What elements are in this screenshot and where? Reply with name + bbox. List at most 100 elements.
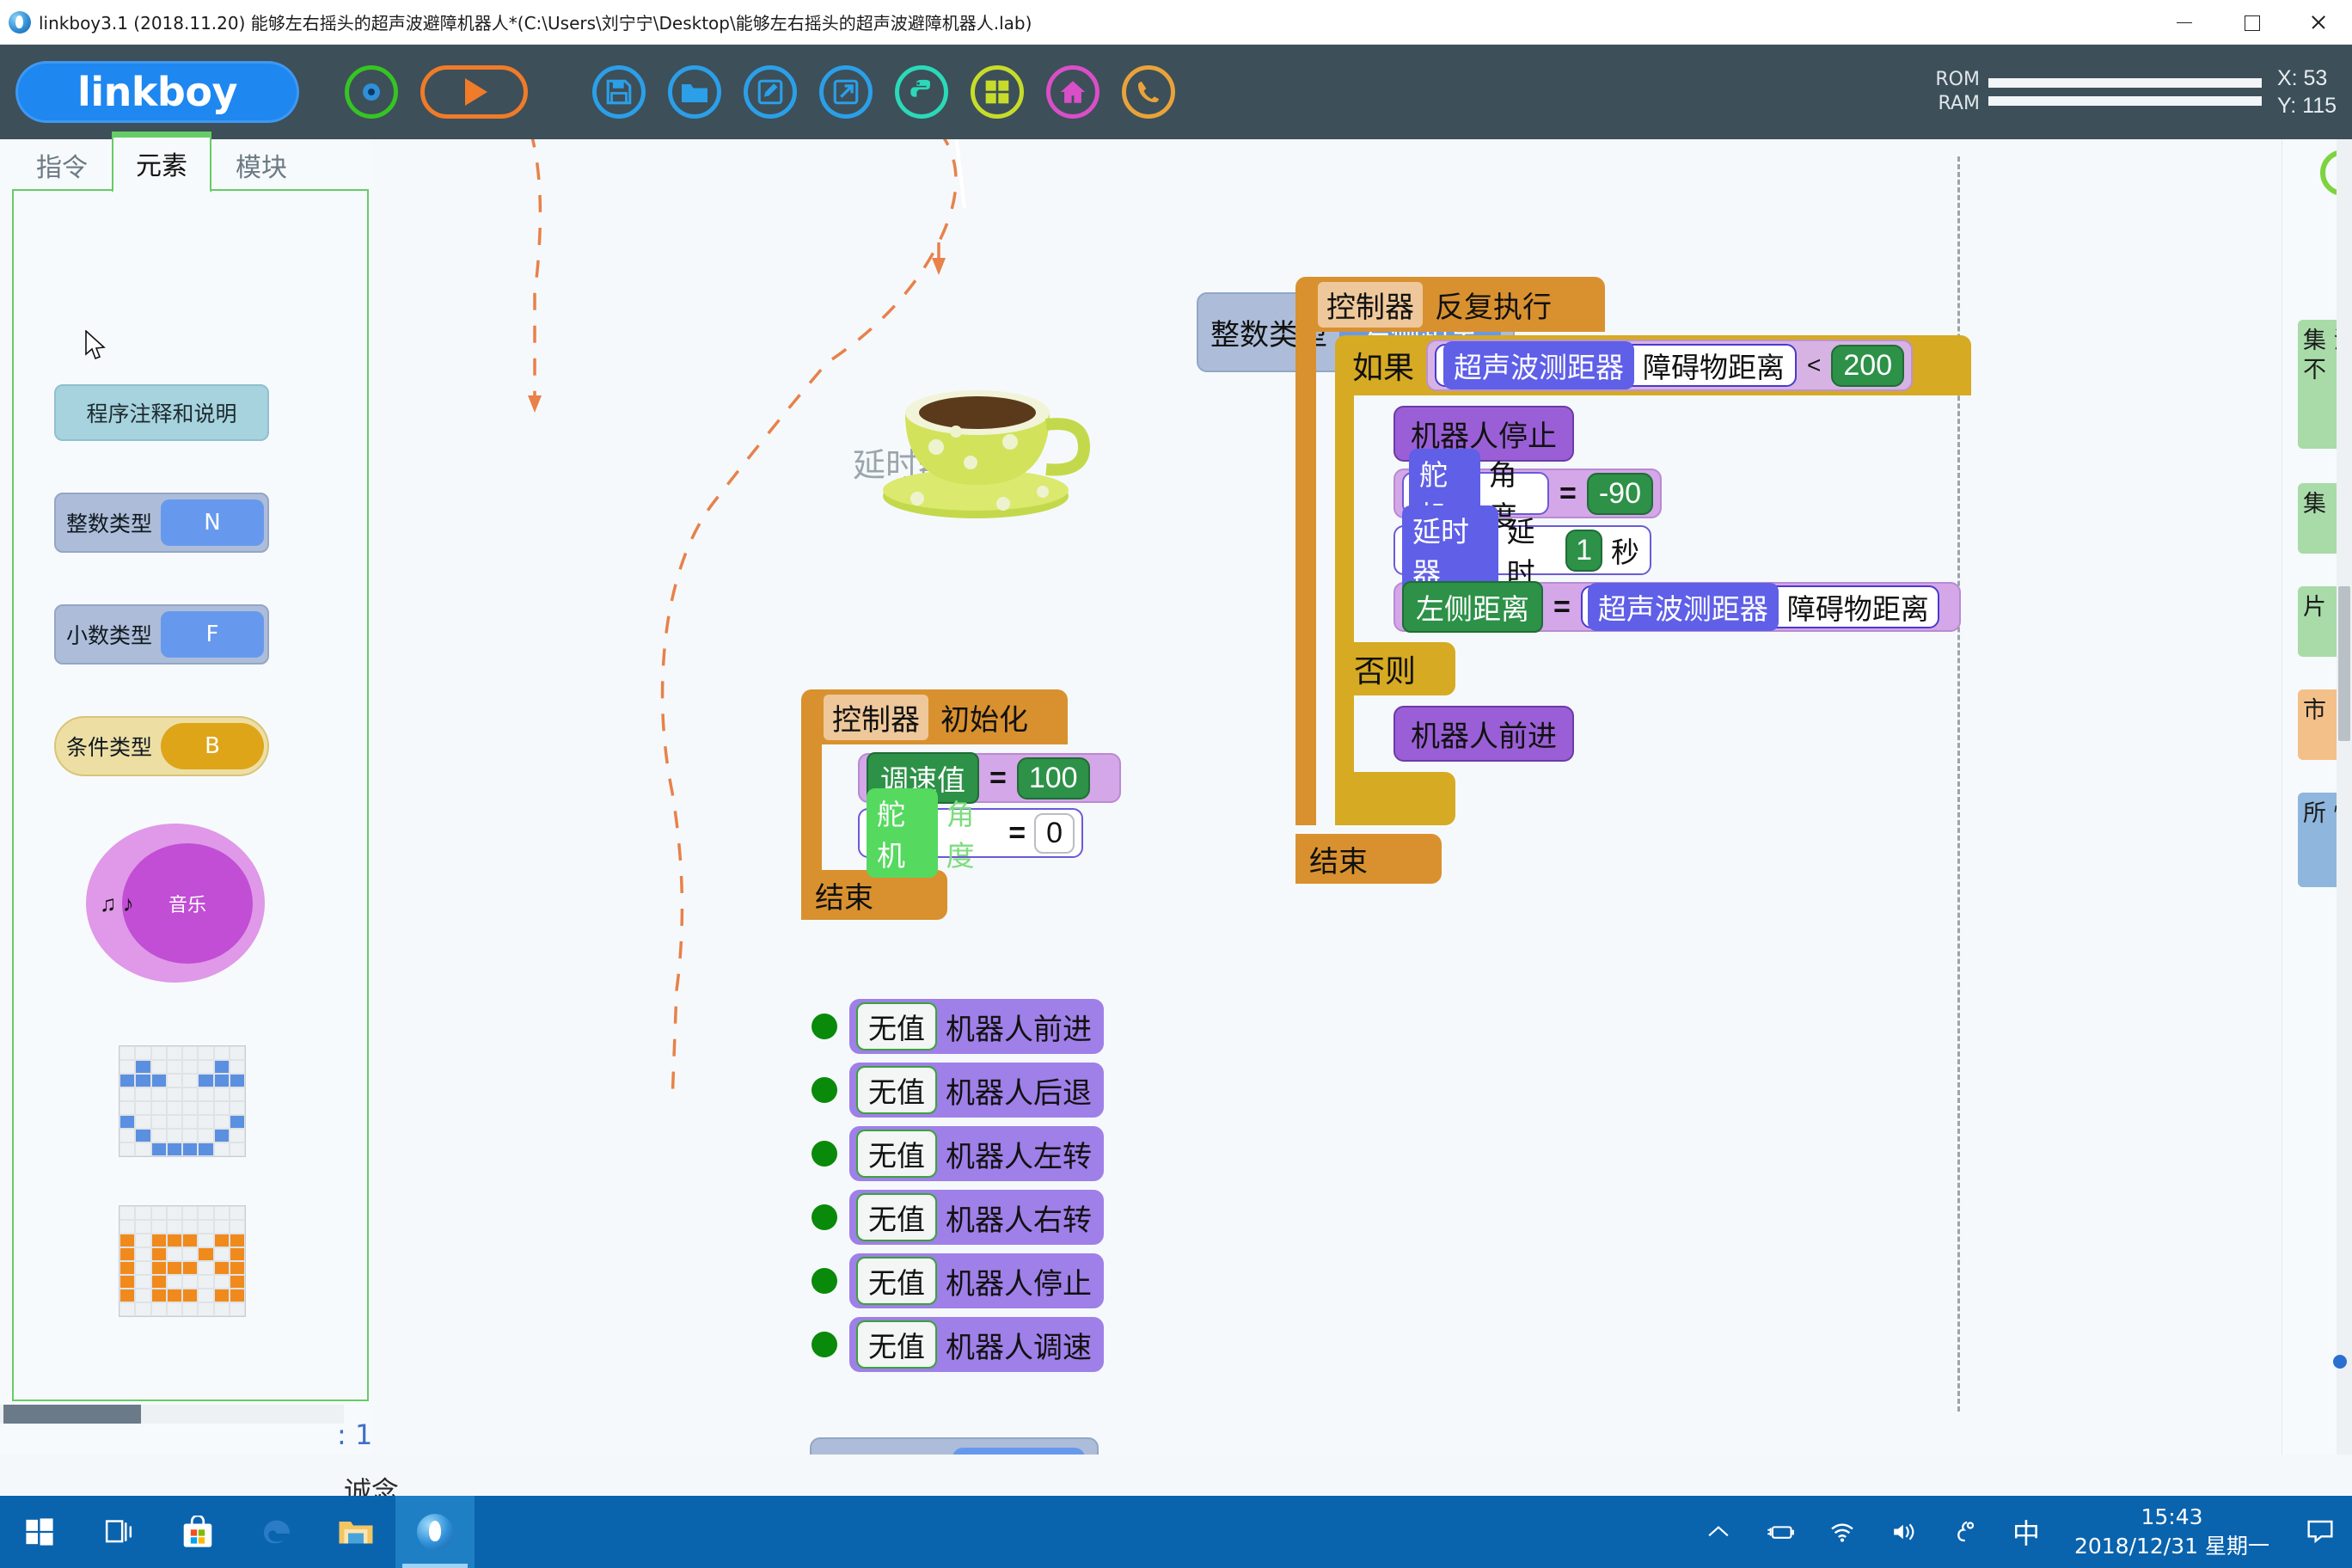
controller-init-end-label: 结束: [815, 881, 873, 915]
list-item[interactable]: 无值 机器人左转: [812, 1126, 1104, 1181]
speed-value[interactable]: 100: [1016, 756, 1090, 799]
windows-logo-icon: [26, 1518, 53, 1546]
float-type-value[interactable]: F: [161, 611, 265, 658]
toolbar-buttons: [334, 54, 1186, 130]
servo-angle-value[interactable]: 0: [1034, 812, 1075, 854]
robot-speed-block[interactable]: 无值 机器人调速: [849, 1317, 1104, 1372]
system-tray: 中 15:43 2018/12/31 星期一: [1687, 1496, 2352, 1568]
servo-angle-init-statement[interactable]: 舵机 角度 = 0: [858, 788, 1083, 878]
onedrive-button[interactable]: [1935, 1496, 1997, 1568]
robot-backward-block[interactable]: 无值 机器人后退: [849, 1063, 1104, 1118]
help-button[interactable]: [1111, 54, 1186, 130]
action-bullet-icon: [812, 1141, 837, 1167]
ultrasonic-distance-reporter[interactable]: 超声波测距器 障碍物距离: [1580, 583, 1939, 631]
music-note-icon: ♫ ♪: [100, 891, 134, 916]
grid-button[interactable]: [959, 54, 1035, 130]
controller-chip: 控制器: [824, 694, 928, 740]
battery-button[interactable]: [1749, 1496, 1811, 1568]
robot-forward-block[interactable]: 无值 机器人前进: [849, 999, 1104, 1054]
rom-usage-bar: [1988, 78, 2262, 88]
tab-elements[interactable]: 元素: [112, 132, 211, 193]
ultrasonic-distance-reporter[interactable]: 超声波测距器 障碍物距离: [1435, 341, 1798, 389]
integer-type-block[interactable]: 整数类型 N: [54, 493, 269, 553]
play-icon: [420, 65, 528, 119]
show-hidden-icons-button[interactable]: [1687, 1496, 1749, 1568]
list-item[interactable]: 无值 机器人调速: [812, 1317, 1104, 1372]
close-icon: [2309, 13, 2328, 32]
robot-forward-statement[interactable]: 机器人前进: [1393, 706, 1574, 762]
servo-angle-value[interactable]: -90: [1586, 472, 1653, 515]
list-item[interactable]: 无值 机器人右转: [812, 1190, 1104, 1245]
controller-init-title: 初始化: [940, 703, 1028, 737]
ime-indicator[interactable]: 中: [1997, 1512, 2055, 1552]
controller-loop-header[interactable]: 控制器 反复执行: [1295, 277, 1605, 332]
led-matrix-orange-icon[interactable]: [119, 1205, 246, 1317]
python-button[interactable]: [884, 54, 959, 130]
if-else-block[interactable]: 如果 超声波测距器 障碍物距离 < 200 机器人停止 舵 角度 = -90 延…: [1335, 335, 1971, 825]
delay-value[interactable]: 1: [1565, 529, 1602, 572]
pencil-square-icon: [744, 65, 797, 119]
start-button[interactable]: [0, 1496, 79, 1568]
scrollbar-thumb[interactable]: [2338, 586, 2350, 741]
float-type-block[interactable]: 小数类型 F: [54, 604, 269, 665]
onedrive-icon: [1957, 1521, 1975, 1542]
close-button[interactable]: [2285, 0, 2352, 45]
notification-button[interactable]: [2288, 1496, 2352, 1568]
speed-variable-name[interactable]: 调速值: [952, 1448, 1085, 1455]
else-label: 否则: [1354, 653, 1417, 689]
clock[interactable]: 15:43 2018/12/31 星期一: [2055, 1503, 2288, 1561]
if-condition-header[interactable]: 如果 超声波测距器 障碍物距离 < 200: [1335, 335, 1971, 395]
speed-variable-block[interactable]: 整数类型 调速值: [810, 1437, 1099, 1455]
assign-left-distance-statement[interactable]: 左侧距离 = 超声波测距器 障碍物距离: [1393, 581, 1961, 633]
delay-statement[interactable]: 延时器 延时 1 秒: [1393, 505, 1651, 595]
list-item[interactable]: 无值 机器人前进: [812, 999, 1104, 1054]
save-disk-icon: [592, 65, 646, 119]
home-button[interactable]: [1035, 54, 1111, 130]
edge-button[interactable]: [237, 1496, 316, 1568]
led-matrix-blue-icon[interactable]: [119, 1045, 246, 1157]
boolean-type-value[interactable]: B: [161, 723, 265, 769]
condition-expression[interactable]: 超声波测距器 障碍物距离 < 200: [1426, 340, 1914, 391]
music-block[interactable]: ♫ ♪ 音乐: [86, 824, 265, 983]
store-button[interactable]: [158, 1496, 237, 1568]
edit-button[interactable]: [732, 54, 808, 130]
volume-button[interactable]: [1873, 1496, 1935, 1568]
controller-init-header[interactable]: 控制器 初始化: [801, 689, 1068, 744]
servo-tag: 舵机: [867, 788, 938, 878]
robot-stop-block[interactable]: 无值 机器人停止: [849, 1253, 1104, 1308]
robot-turn-right-block[interactable]: 无值 机器人右转: [849, 1190, 1104, 1245]
threshold-value[interactable]: 200: [1831, 344, 1905, 387]
side-panel-scrollbar[interactable]: [2337, 139, 2352, 1455]
linkboy-taskbar-button[interactable]: [395, 1496, 475, 1568]
program-canvas[interactable]: 延时器 整数类型 左侧距离 控制器 初始化: [371, 139, 2352, 1455]
robot-turn-left-none: 无值: [856, 1130, 937, 1178]
ultrasonic-property-label: 障碍物距离: [1786, 593, 1929, 625]
controller-loop-block[interactable]: 控制器 反复执行 如果 超声波测距器 障碍物距离 < 200 机器人停止 舵 角…: [1295, 277, 1971, 884]
export-button[interactable]: [808, 54, 884, 130]
explorer-button[interactable]: [316, 1496, 395, 1568]
run-button[interactable]: [409, 54, 538, 130]
task-view-button[interactable]: [79, 1496, 158, 1568]
tab-modules[interactable]: 模块: [211, 138, 311, 193]
ultrasonic-property-label: 障碍物距离: [1643, 352, 1785, 383]
servo-assign-operator: =: [1008, 816, 1026, 849]
open-button[interactable]: [657, 54, 732, 130]
controller-init-block[interactable]: 控制器 初始化 调速值 = 100 舵机 角度 = 0 结束: [801, 689, 1121, 920]
palette-horizontal-scrollbar[interactable]: [0, 1405, 344, 1424]
minimize-button[interactable]: [2151, 0, 2218, 45]
program-comment-block[interactable]: 程序注释和说明: [54, 384, 269, 441]
else-header[interactable]: 否则: [1335, 642, 1455, 695]
preview-eye-button[interactable]: [334, 54, 409, 130]
title-bar: linkboy3.1 (2018.11.20) 能够左右摇头的超声波避障机器人*…: [0, 0, 2352, 45]
boolean-type-block[interactable]: 条件类型 B: [54, 716, 269, 776]
list-item[interactable]: 无值 机器人停止: [812, 1253, 1104, 1308]
list-item[interactable]: 无值 机器人后退: [812, 1063, 1104, 1118]
controller-loop-title: 反复执行: [1435, 291, 1552, 324]
wifi-button[interactable]: [1811, 1496, 1873, 1568]
integer-type-value[interactable]: N: [161, 499, 265, 546]
tab-instructions[interactable]: 指令: [12, 138, 112, 193]
save-button[interactable]: [581, 54, 657, 130]
ultrasonic-sensor-tag: 超声波测距器: [1587, 583, 1779, 631]
robot-turn-left-block[interactable]: 无值 机器人左转: [849, 1126, 1104, 1181]
maximize-button[interactable]: [2218, 0, 2285, 45]
